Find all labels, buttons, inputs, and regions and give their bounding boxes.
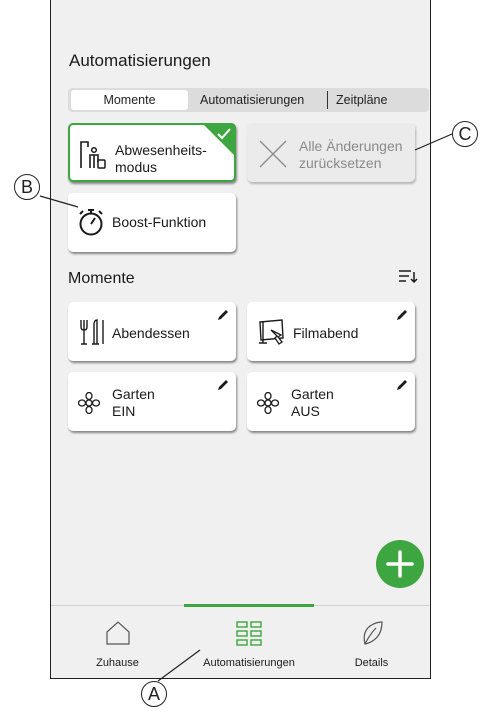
callout-leaders xyxy=(39,133,453,682)
callout-a: A xyxy=(141,681,167,707)
callout-c: C xyxy=(452,121,478,147)
callout-b: B xyxy=(14,174,40,200)
